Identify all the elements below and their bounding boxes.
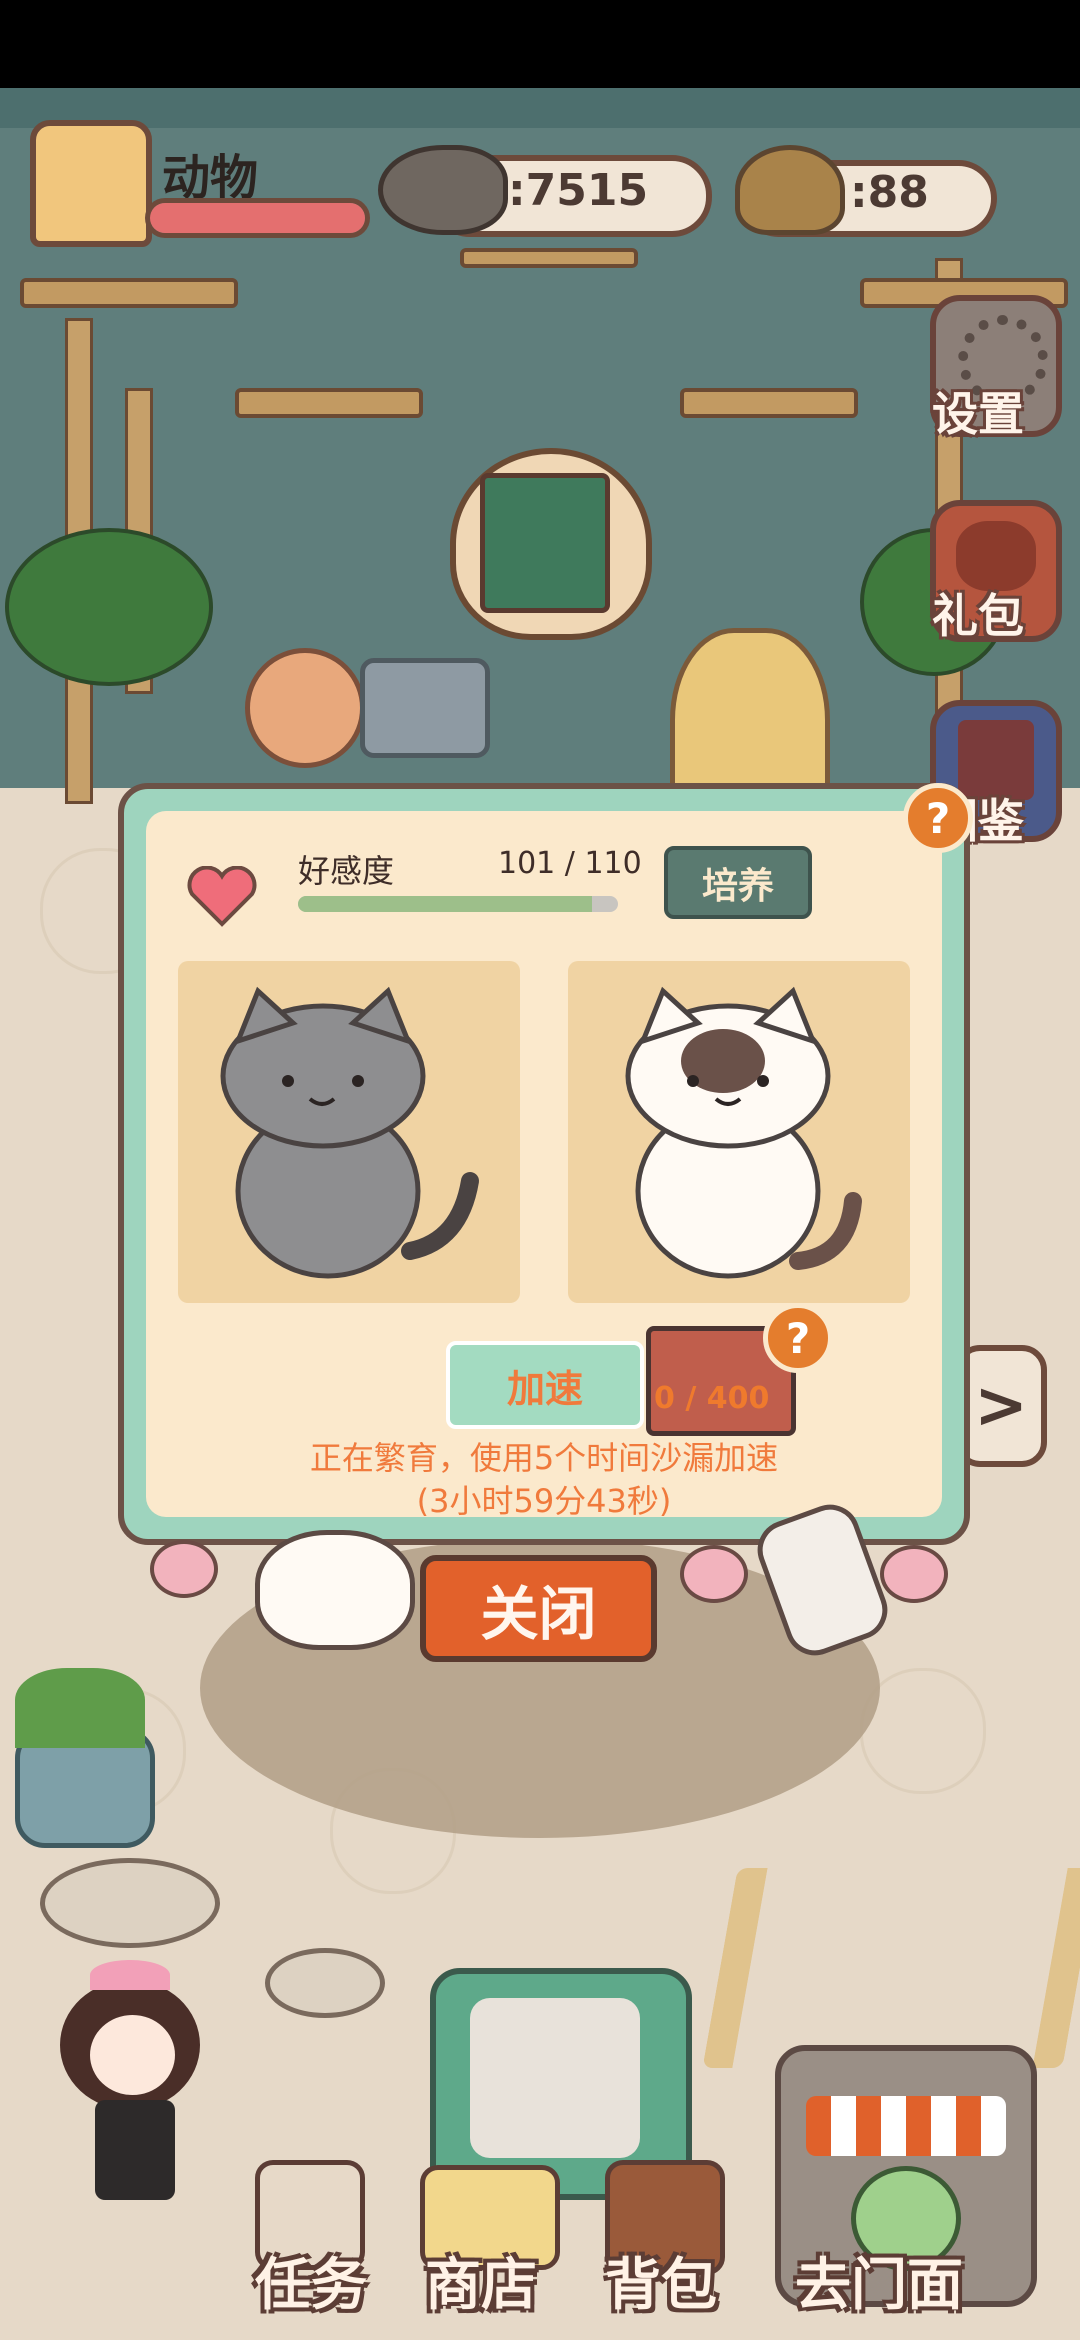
paw-icon [680, 1545, 748, 1603]
shopkeeper-girl[interactable] [50, 1960, 210, 2210]
fish-count: :7515 [508, 165, 649, 216]
shop-label[interactable]: 商店 [425, 2240, 537, 2321]
bamboo-frame [702, 1868, 1080, 2068]
breeding-dialog: 好感度 101 / 110 培养 加速 0 / 400 ? 正在繁育，使用5个时… [118, 783, 970, 1545]
chevron-right-icon: > [974, 1369, 1028, 1443]
gray-tabby-cat [220, 986, 479, 1279]
bunny-ears [90, 1960, 170, 1990]
train-button-label: 培养 [701, 865, 774, 907]
cat-shelf [680, 388, 858, 418]
decor-cat-icon [255, 1530, 415, 1650]
breeding-panel: 好感度 101 / 110 培养 加速 0 / 400 ? 正在繁育，使用5个时… [146, 811, 942, 1520]
hourglass-count: 0 / 400 [654, 1381, 770, 1416]
cat-bed-cushion [470, 1998, 640, 2158]
animal-progress-fill [150, 203, 365, 233]
hanging-plant [5, 528, 213, 686]
fish-icon [378, 145, 508, 235]
poop-icon [735, 145, 845, 235]
close-button[interactable]: 关闭 [420, 1555, 657, 1662]
status-bar [0, 0, 1080, 88]
hourglass-help-icon[interactable]: ? [763, 1303, 833, 1373]
cat-grass [15, 1668, 145, 1748]
storefront-awning-icon [806, 2096, 1006, 2156]
paw-icon [880, 1545, 948, 1603]
affection-label: 好感度 [298, 852, 395, 890]
siamese-cat [625, 986, 862, 1279]
food-bowl [265, 1948, 385, 2018]
paw-cushion [245, 648, 365, 768]
paw-icon [150, 1540, 218, 1598]
girl-apron [95, 2100, 175, 2200]
heart-icon [186, 865, 258, 928]
tasks-label[interactable]: 任务 [255, 2240, 367, 2321]
affection-bar-fill [298, 896, 592, 912]
cat-card-gray-tabby[interactable] [178, 961, 520, 1303]
animal-progress-bar [145, 198, 370, 238]
breeding-status: 正在繁育，使用5个时间沙漏加速 [309, 1439, 779, 1477]
speedup-button-label: 加速 [506, 1366, 583, 1411]
curtain [0, 88, 1080, 128]
cat-card-siamese[interactable] [568, 961, 910, 1303]
spotlight [360, 658, 490, 758]
affection-bar [298, 896, 618, 912]
girl-face [90, 2015, 175, 2095]
cat-shelf [20, 278, 238, 308]
cat-shelf [235, 388, 423, 418]
photo-album[interactable] [480, 473, 610, 613]
poop-count: :88 [850, 167, 929, 218]
gift-label: 礼包 [932, 589, 1024, 643]
settings-label: 设置 [932, 387, 1024, 441]
affection-value: 101 / 110 [498, 846, 642, 881]
food-bowl [40, 1858, 220, 1948]
close-button-label: 关闭 [480, 1579, 597, 1648]
storefront-label[interactable]: 去门面 [795, 2240, 963, 2321]
bag-label[interactable]: 背包 [605, 2240, 717, 2321]
speedup-button[interactable]: 加速 [446, 1341, 644, 1429]
cat-bridge [460, 248, 638, 268]
home-icon[interactable] [30, 120, 152, 247]
train-button[interactable]: 培养 [664, 846, 812, 919]
dialog-help-icon[interactable]: ? [903, 783, 973, 853]
